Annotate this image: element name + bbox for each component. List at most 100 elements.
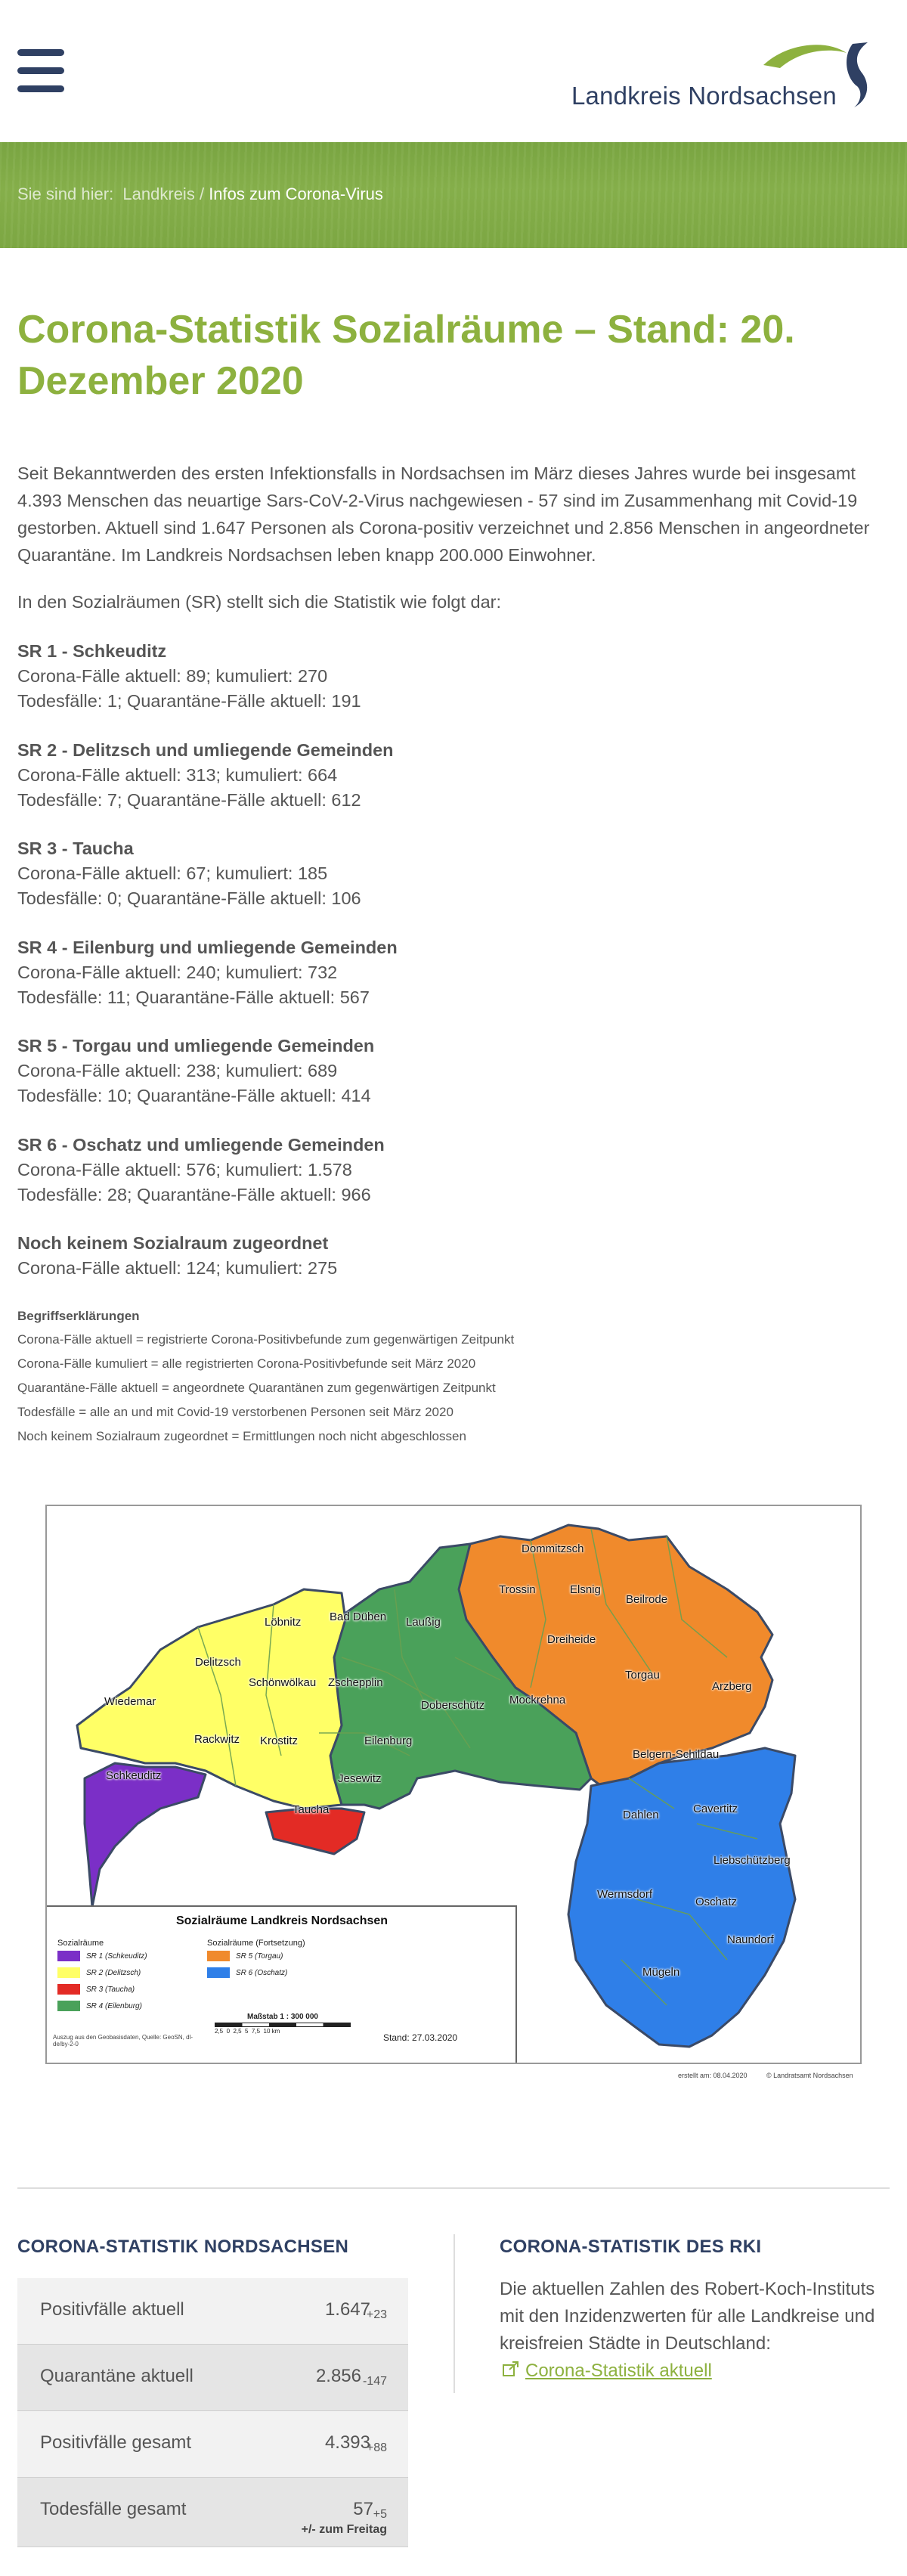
map-copyright: © Landratsamt Nordsachsen [766,2072,853,2079]
region-block: SR 6 - Oschatz und umliegende Gemeinden … [17,1133,887,1207]
breadcrumb: Sie sind hier: Landkreis / Infos zum Cor… [17,184,383,204]
definition-item: Noch keinem Sozialraum zugeordnet = Ermi… [17,1429,466,1443]
map-place-label: Oschatz [695,1896,738,1908]
legend-label: SR 1 (Schkeuditz) [86,1952,147,1961]
map-place-label: Laußig [406,1616,441,1629]
definition-item: Corona-Fälle aktuell = registrierte Coro… [17,1332,515,1347]
region-heading: SR 6 - Oschatz und umliegende Gemeinden [17,1135,385,1155]
stat-delta: +5 [373,2508,387,2521]
region-heading: SR 4 - Eilenburg und umliegende Gemeinde… [17,938,398,957]
stat-label: Todesfälle gesamt [40,2499,187,2519]
map-place-label: Rackwitz [194,1733,240,1746]
map-place-label: Krostitz [260,1734,299,1747]
region-block: SR 1 - Schkeuditz Corona-Fälle aktuell: … [17,639,887,714]
region-heading: SR 2 - Delitzsch und umliegende Gemeinde… [17,740,394,760]
map-stand: Stand: 27.03.2020 [383,2032,458,2043]
map-place-label: Doberschütz [421,1699,485,1712]
region-heading: Noch keinem Sozialraum zugeordnet [17,1233,329,1253]
map-scale-ticks: 2,5 0 2,5 5 7,5 10 km [215,2028,280,2035]
legend-swatch-sr5 [207,1951,230,1961]
region-cases: Corona-Fälle aktuell: 124; kumuliert: 27… [17,1258,338,1278]
site-header: Landkreis Nordsachsen [0,0,907,142]
map-place-label: Wermsdorf [597,1888,653,1901]
legend-label: SR 6 (Oschatz) [236,1969,288,1977]
map-place-label: Belgern-Schildau [633,1748,720,1761]
map-place-label: Zschepplin [328,1676,383,1689]
stat-delta: +88 [366,2441,387,2454]
legend-swatch-sr3 [57,1984,80,1995]
stat-value: 2.856 [315,2366,361,2386]
map-place-label: Schönwölkau [249,1676,317,1689]
map-place-label: Löbnitz [265,1616,302,1629]
region-deaths: Todesfälle: 10; Quarantäne-Fälle aktuell… [17,1086,371,1105]
breadcrumb-prefix: Sie sind hier: [17,184,114,203]
map-place-label: Naundorf [727,1933,774,1946]
stat-label: Positivfälle aktuell [40,2299,184,2320]
legend-label: SR 2 (Delitzsch) [86,1969,141,1977]
region-deaths: Todesfälle: 28; Quarantäne-Fälle aktuell… [17,1185,371,1204]
legend-swatch-sr4 [57,2001,80,2011]
map-source: Auszug aus den Geobasisdaten, Quelle: Ge… [53,2034,193,2047]
region-heading: SR 3 - Taucha [17,839,134,858]
breadcrumb-band: Sie sind hier: Landkreis / Infos zum Cor… [0,142,907,248]
map-place-label: Dommitzsch [522,1542,584,1555]
region-sr1-schkeuditz [83,1762,207,1908]
stat-row: Todesfälle gesamt 57 +5 +/- zum Freitag [17,2478,408,2547]
logo-text: Landkreis Nordsachsen [571,82,837,110]
breadcrumb-separator: / [199,184,205,203]
legend-swatch-sr1 [57,1951,80,1961]
map-legend: Sozialräume Landkreis Nordsachsen Sozial… [47,1905,517,2063]
map-place-label: Mockrehna [509,1694,566,1706]
map-place-label: Schkeuditz [106,1769,162,1782]
map-place-label: Trossin [499,1583,536,1596]
region-cases: Corona-Fälle aktuell: 313; kumuliert: 66… [17,765,338,785]
column-divider [454,2234,455,2393]
social-areas-map[interactable]: Dommitzsch Trossin Elsnig Beilrode Löbnitz Ba… [45,1505,862,2079]
definition-item: Corona-Fälle kumuliert = alle registrier… [17,1356,476,1371]
map-place-label: Elsnig [570,1583,601,1596]
stat-value: 1.647 [324,2299,370,2320]
region-deaths: Todesfälle: 11; Quarantäne-Fälle aktuell… [17,987,370,1007]
region-heading: SR 5 - Torgau und umliegende Gemeinden [17,1036,375,1056]
stat-row: Positivfälle aktuell 1.647 +23 [17,2278,408,2345]
page-title: Corona-Statistik Sozialräume – Stand: 20… [17,308,795,403]
region-block: SR 2 - Delitzsch und umliegende Gemeinde… [17,738,887,813]
stat-note: +/- zum Freitag [301,2523,387,2536]
legend-swatch-sr2 [57,1967,80,1978]
region-cases: Corona-Fälle aktuell: 240; kumuliert: 73… [17,963,338,982]
map-scale-label: Maßstab 1 : 300 000 [247,2013,318,2021]
map-place-label: Mügeln [642,1966,680,1979]
stat-value: 4.393 [324,2432,370,2453]
legend-label: SR 5 (Torgau) [236,1952,283,1961]
region-cases: Corona-Fälle aktuell: 576; kumuliert: 1.… [17,1160,352,1180]
region-cases: Corona-Fälle aktuell: 89; kumuliert: 270 [17,666,328,686]
stats-heading: CORONA-STATISTIK NORDSACHSEN [17,2237,349,2257]
legend-col2-title: Sozialräume (Fortsetzung) [207,1939,305,1948]
map-place-label: Eilenburg [364,1734,413,1747]
section-divider [17,2187,890,2189]
map-place-label: Cavertitz [693,1803,738,1815]
hamburger-menu-icon[interactable] [17,49,64,93]
region-heading: SR 1 - Schkeuditz [17,641,167,661]
breadcrumb-link-landkreis[interactable]: Landkreis [122,184,194,203]
map-place-label: Arzberg [712,1680,752,1693]
definitions: Begriffserklärungen Corona-Fälle aktuell… [17,1305,887,1449]
map-place-label: Delitzsch [195,1656,241,1669]
map-place-label: Torgau [625,1669,660,1682]
stat-delta: -147 [362,2375,387,2388]
map-place-label: Wiedemar [104,1695,156,1708]
map-place-label: Bad Düben [330,1610,387,1623]
region-block: SR 4 - Eilenburg und umliegende Gemeinde… [17,935,887,1010]
region-deaths: Todesfälle: 0; Quarantäne-Fälle aktuell:… [17,888,361,908]
rki-statistics-link[interactable]: Corona-Statistik aktuell [503,2361,712,2382]
rki-heading: CORONA-STATISTIK DES RKI [500,2237,762,2257]
map-place-label: Jesewitz [338,1772,382,1785]
definitions-heading: Begriffserklärungen [17,1309,140,1323]
map-legend-title: Sozialräume Landkreis Nordsachsen [175,1914,388,1927]
region-cases: Corona-Fälle aktuell: 238; kumuliert: 68… [17,1061,338,1080]
site-logo[interactable]: Landkreis Nordsachsen [568,39,871,113]
map-scale-bar: Maßstab 1 : 300 000 2,5 0 2,5 5 7,5 10 k… [215,2013,351,2035]
region-cases: Corona-Fälle aktuell: 67; kumuliert: 185 [17,863,328,883]
stats-table: Positivfälle aktuell 1.647 +23 Quarantän… [17,2278,408,2547]
region-deaths: Todesfälle: 7; Quarantäne-Fälle aktuell:… [17,790,361,810]
